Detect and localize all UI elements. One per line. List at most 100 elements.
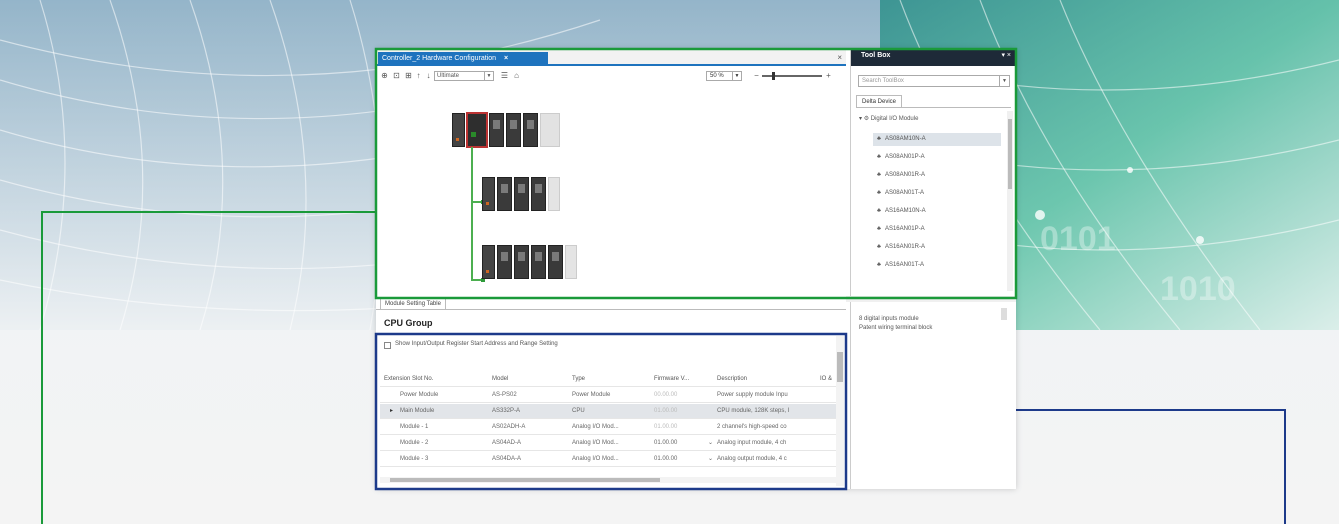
list-icon[interactable]: ☰ xyxy=(500,71,509,80)
chevron-down-icon: ▼ xyxy=(484,72,493,80)
window-close-icon[interactable]: × xyxy=(837,53,842,62)
zoom-out-icon[interactable]: − xyxy=(752,71,761,80)
table-row[interactable]: Module - 2 AS04AD-A Analog I/O Mod... 01… xyxy=(380,436,840,451)
extension-power-module[interactable] xyxy=(482,177,495,211)
extension-rack-1[interactable] xyxy=(482,177,560,211)
extension-power-module[interactable] xyxy=(482,245,495,279)
move-down-icon[interactable]: ↓ xyxy=(424,71,433,80)
io-module[interactable] xyxy=(523,113,538,147)
table-row[interactable]: ▸ Main Module AS332P-A CPU 01.00.00 CPU … xyxy=(380,404,840,419)
module-icon: ♣ xyxy=(877,244,881,250)
toolbox-item[interactable]: ♣ AS08AN01T-A xyxy=(873,187,1001,200)
zoom-in-icon[interactable]: ⊕ xyxy=(380,71,389,80)
toolbox-item[interactable]: ♣ AS16AN01T-A xyxy=(873,259,1001,272)
column-header[interactable]: Model xyxy=(492,372,562,387)
cell-firmware: 01.00.00 xyxy=(654,424,678,430)
cell-model: AS-PS02 xyxy=(492,392,517,398)
power-module[interactable] xyxy=(452,113,465,147)
cpu-module[interactable] xyxy=(466,112,488,148)
category-label: Digital I/O Module xyxy=(870,116,919,122)
toolbox-item[interactable]: ♣ AS08AN01P-A xyxy=(873,151,1001,164)
cell-description: Analog output module, 4 c xyxy=(717,456,787,462)
cpu-rack[interactable] xyxy=(452,112,560,148)
toolbox-title: Tool Box xyxy=(861,52,891,59)
extension-bus-line xyxy=(471,147,473,281)
cell-type: Analog I/O Mod... xyxy=(572,424,619,430)
toolbox-item[interactable]: ♣ AS08AN01R-A xyxy=(873,169,1001,182)
io-module[interactable] xyxy=(514,177,529,211)
io-module[interactable] xyxy=(531,245,546,279)
module-icon: ♣ xyxy=(877,190,881,196)
zoom-level-select[interactable]: 50 % ▼ xyxy=(706,71,742,81)
io-module[interactable] xyxy=(531,177,546,211)
table-header-row: Extension Slot No. Model Type Firmware V… xyxy=(380,372,840,387)
tree-category[interactable]: ▾ ⚙ Digital I/O Module xyxy=(859,115,918,122)
dropdown-arrow-icon[interactable]: ⌄ xyxy=(708,452,716,467)
toolbox-panel: Tool Box ▾ × Search ToolBox ▼ Delta Devi… xyxy=(850,49,1017,296)
toolbox-item-label: AS16AN01T-A xyxy=(884,262,924,268)
cell-slot: Power Module xyxy=(400,392,439,398)
column-header[interactable]: Firmware V... xyxy=(654,372,714,387)
io-module[interactable] xyxy=(497,245,512,279)
move-up-icon[interactable]: ↑ xyxy=(414,71,423,80)
zoom-in-plus-icon[interactable]: + xyxy=(824,71,833,80)
scrollbar-thumb[interactable] xyxy=(390,478,660,482)
document-tab-strip: Controller_2 Hardware Configuration × × xyxy=(376,49,846,66)
scrollbar-thumb[interactable] xyxy=(1008,119,1012,189)
cell-slot: Main Module xyxy=(400,408,435,414)
gear-icon: ⚙ xyxy=(863,116,870,122)
toolbox-item-label: AS08AN01P-A xyxy=(884,154,925,160)
cell-firmware: 01.00.00 xyxy=(654,408,678,414)
collapse-icon[interactable]: ▾ xyxy=(859,116,862,122)
io-module[interactable] xyxy=(497,177,512,211)
table-row[interactable]: Power Module AS-PS02 Power Module 00.00.… xyxy=(380,388,840,403)
io-module[interactable] xyxy=(489,113,504,147)
cell-firmware: 01.00.00 xyxy=(654,456,678,462)
module-icon: ♣ xyxy=(877,208,881,214)
pin-icon[interactable]: ▾ xyxy=(1001,52,1005,59)
group-title: CPU Group xyxy=(384,318,433,328)
toolbox-item[interactable]: ♣ AS16AN01P-A xyxy=(873,223,1001,236)
home-icon[interactable]: ⌂ xyxy=(512,71,521,80)
zoom-fit-icon[interactable]: ⊡ xyxy=(392,71,401,80)
toolbox-item[interactable]: ♣ AS16AN01R-A xyxy=(873,241,1001,254)
grid-icon[interactable]: ⊞ xyxy=(404,71,413,80)
extension-rack-2[interactable] xyxy=(482,245,577,279)
hardware-canvas[interactable] xyxy=(376,85,846,296)
column-header[interactable]: Extension Slot No. xyxy=(384,372,474,387)
table-row[interactable]: Module - 3 AS04DA-A Analog I/O Mod... 01… xyxy=(380,452,840,467)
io-module[interactable] xyxy=(506,113,521,147)
description-scrollbar[interactable] xyxy=(1001,308,1007,320)
table-vertical-scrollbar[interactable] xyxy=(836,336,844,486)
show-register-checkbox[interactable] xyxy=(384,342,391,349)
add-module-slot[interactable] xyxy=(565,245,577,279)
editor-toolbar: ⊕ ⊡ ⊞ ↑ ↓ Ultimate ▼ ☰ ⌂ 50 % ▼ − + xyxy=(376,68,846,84)
toolbox-search-input[interactable]: Search ToolBox ▼ xyxy=(858,75,1010,87)
zoom-slider-handle[interactable] xyxy=(772,72,775,80)
io-module[interactable] xyxy=(514,245,529,279)
toolbox-scrollbar[interactable] xyxy=(1007,111,1013,291)
view-mode-select[interactable]: Ultimate ▼ xyxy=(434,71,494,81)
table-row[interactable]: Module - 1 AS02ADH-A Analog I/O Mod... 0… xyxy=(380,420,840,435)
scrollbar-thumb[interactable] xyxy=(837,352,843,382)
chevron-down-icon[interactable]: ▼ xyxy=(999,76,1009,86)
empty-slot[interactable] xyxy=(540,113,560,147)
cell-type: Analog I/O Mod... xyxy=(572,456,619,462)
cell-slot: Module - 1 xyxy=(400,424,429,430)
tab-close-icon[interactable]: × xyxy=(504,55,508,62)
row-pointer-icon: ▸ xyxy=(390,408,394,414)
column-header[interactable]: Type xyxy=(572,372,652,387)
module-icon: ♣ xyxy=(877,226,881,232)
dropdown-arrow-icon[interactable]: ⌄ xyxy=(708,436,716,451)
description-line: Patent wiring terminal block xyxy=(859,325,933,331)
table-horizontal-scrollbar[interactable] xyxy=(380,477,836,483)
column-header[interactable]: Description xyxy=(717,372,817,387)
tab-hardware-configuration[interactable]: Controller_2 Hardware Configuration × xyxy=(378,52,548,66)
add-module-slot[interactable] xyxy=(548,177,560,211)
zoom-slider[interactable] xyxy=(762,72,822,80)
close-icon[interactable]: × xyxy=(1007,52,1011,59)
toolbox-item[interactable]: ♣ AS08AM10N-A xyxy=(873,133,1001,146)
io-module[interactable] xyxy=(548,245,563,279)
toolbox-item[interactable]: ♣ AS16AM10N-A xyxy=(873,205,1001,218)
cell-description: Power supply module Inpu xyxy=(717,392,788,398)
